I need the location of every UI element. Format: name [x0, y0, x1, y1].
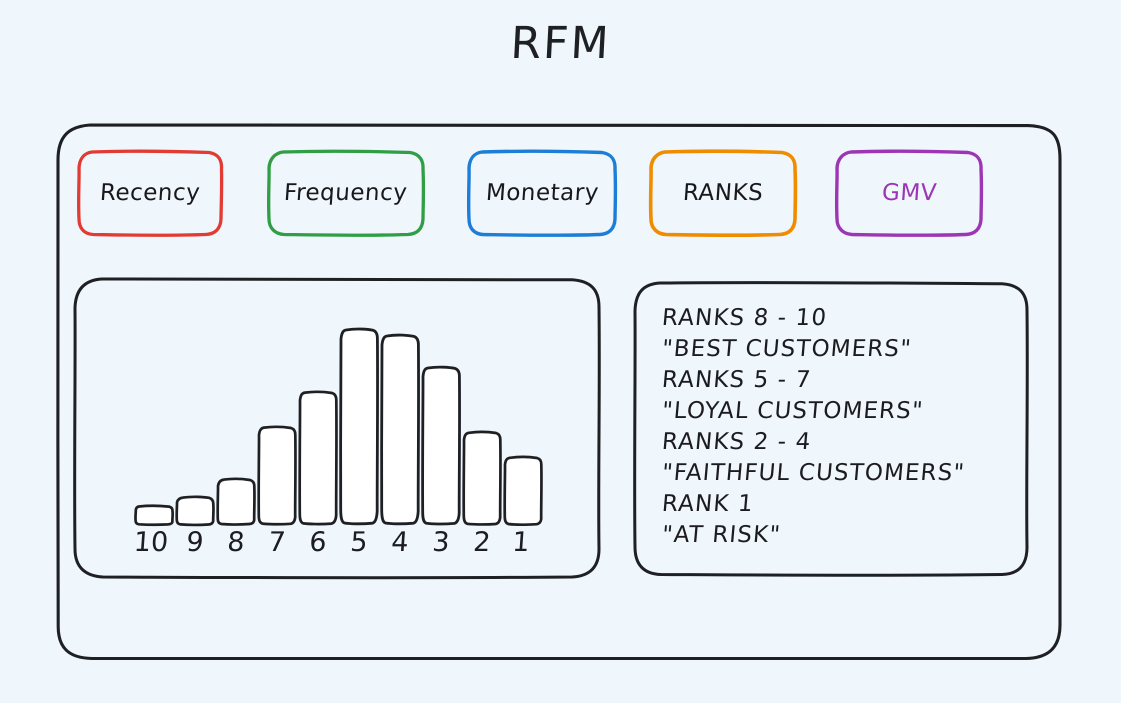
bar-outline-3	[421, 365, 461, 526]
tag-frequency[interactable]: Frequency	[266, 149, 426, 237]
axis-tick-5: 5	[349, 527, 369, 558]
legend-line-at-risk: "AT RISK"	[660, 522, 783, 548]
bar-col-8[interactable]	[216, 477, 256, 526]
bar-outline-8	[216, 477, 256, 526]
tag-ranks[interactable]: RANKS	[648, 149, 798, 238]
bar-col-2[interactable]	[462, 430, 502, 526]
tag-gmv[interactable]: GMV	[834, 149, 984, 237]
bar-outline-10	[134, 504, 175, 527]
legend-line-best-customers: "BEST CUSTOMERS"	[660, 336, 913, 362]
page-title: RFM	[509, 18, 612, 69]
bar-chart-x-axis: 10 9 8 7 6 5 4 3 2 1	[133, 527, 544, 567]
axis-tick-2: 2	[472, 527, 492, 558]
tag-ranks-label: RANKS	[681, 180, 764, 206]
tag-row: Recency Frequency Monetary RANKS GMV	[76, 149, 1036, 241]
axis-tick-6: 6	[308, 527, 328, 558]
bar-chart	[134, 299, 544, 527]
axis-tick-10: 10	[132, 527, 170, 558]
bar-outline-1	[503, 455, 543, 526]
tag-recency-label: Recency	[98, 180, 202, 206]
bar-outline-2	[462, 430, 502, 526]
bar-col-3[interactable]	[421, 365, 461, 526]
rank-segment-legend-panel: RANKS 8 - 10 "BEST CUSTOMERS" RANKS 5 - …	[632, 280, 1030, 577]
bar-col-7[interactable]	[257, 425, 297, 526]
rfm-diagram-container: Recency Frequency Monetary RANKS GMV 10 …	[56, 122, 1062, 661]
bar-outline-4	[380, 333, 420, 526]
legend-line-rank-1: RANK 1	[660, 491, 755, 517]
tag-frequency-label: Frequency	[283, 180, 409, 206]
legend-line-ranks-5-7: RANKS 5 - 7	[660, 367, 813, 393]
axis-tick-7: 7	[267, 527, 287, 558]
tag-monetary[interactable]: Monetary	[466, 149, 618, 237]
rank-distribution-chart-panel: 10 9 8 7 6 5 4 3 2 1	[72, 276, 602, 580]
axis-tick-8: 8	[226, 527, 246, 558]
legend-line-ranks-8-10: RANKS 8 - 10	[660, 305, 829, 331]
bar-col-10[interactable]	[134, 504, 175, 527]
bar-col-6[interactable]	[298, 390, 338, 526]
rank-segment-list: RANKS 8 - 10 "BEST CUSTOMERS" RANKS 5 - …	[660, 303, 1012, 551]
bar-outline-6	[298, 390, 338, 526]
bar-col-1[interactable]	[503, 455, 543, 526]
bar-col-5[interactable]	[339, 327, 379, 526]
legend-line-ranks-2-4: RANKS 2 - 4	[660, 429, 813, 455]
tag-monetary-label: Monetary	[484, 180, 600, 206]
axis-tick-9: 9	[185, 527, 205, 558]
legend-line-faithful-customers: "FAITHFUL CUSTOMERS"	[660, 460, 967, 486]
bar-col-4[interactable]	[380, 333, 420, 526]
bar-outline-9	[175, 495, 215, 527]
tag-recency[interactable]: Recency	[76, 149, 224, 237]
bar-outline-7	[257, 425, 297, 526]
axis-tick-4: 4	[390, 527, 410, 558]
bar-outline-5	[339, 327, 379, 526]
axis-tick-3: 3	[431, 527, 451, 558]
tag-gmv-label: GMV	[880, 180, 938, 206]
axis-tick-1: 1	[511, 527, 531, 558]
bar-col-9[interactable]	[175, 495, 215, 527]
legend-line-loyal-customers: "LOYAL CUSTOMERS"	[660, 398, 925, 424]
